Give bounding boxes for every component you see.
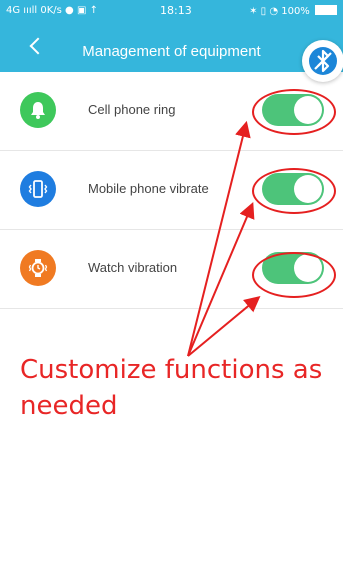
arrow [187,295,261,357]
annotation-caption: Customize functions as needed [20,355,323,421]
annotation-arrows [187,120,261,357]
